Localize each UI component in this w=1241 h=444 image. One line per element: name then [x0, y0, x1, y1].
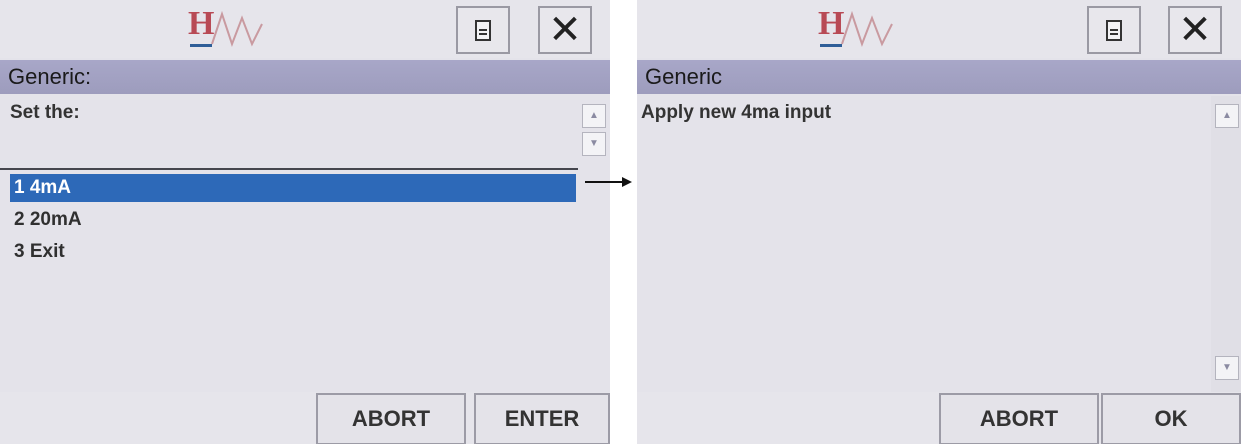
message-text: Apply new 4ma input	[641, 102, 832, 123]
left-screen: H ✕ Generic: Set the: ▲ ▼ 1 4mA 2 20mA 3…	[0, 0, 610, 444]
scroll-down-button[interactable]: ▼	[1215, 356, 1239, 380]
scroll-up-button[interactable]: ▲	[1215, 104, 1239, 128]
close-button[interactable]: ✕	[1168, 6, 1222, 54]
enter-button[interactable]: ENTER	[474, 393, 610, 444]
abort-button[interactable]: ABORT	[316, 393, 466, 444]
header-bar: H ✕	[637, 0, 1241, 58]
screen-title: Generic	[645, 64, 723, 89]
footer-bar: ABORT ENTER	[0, 392, 610, 444]
logo: H	[188, 4, 268, 50]
footer-bar: ABORT OK	[637, 392, 1241, 444]
title-bar: Generic:	[0, 60, 610, 94]
document-button[interactable]	[1087, 6, 1141, 54]
title-bar: Generic	[637, 60, 1241, 94]
transition-arrow	[585, 181, 625, 183]
right-screen: H ✕ Generic Apply new 4ma input ▲ ▼ ABOR…	[637, 0, 1241, 444]
document-icon	[1106, 20, 1122, 41]
logo-underline	[820, 44, 842, 47]
menu-item-exit[interactable]: 3 Exit	[10, 238, 576, 266]
scroll-up-button[interactable]: ▲	[582, 104, 606, 128]
document-button[interactable]	[456, 6, 510, 54]
divider	[0, 168, 578, 170]
logo-wave-icon	[841, 10, 893, 47]
close-icon: ✕	[548, 7, 582, 53]
scrollbar-track[interactable]: ▲ ▼	[1211, 96, 1241, 392]
ok-button[interactable]: OK	[1101, 393, 1241, 444]
document-icon	[475, 20, 491, 41]
header-bar: H ✕	[0, 0, 610, 58]
logo: H	[818, 4, 898, 50]
logo-wave-icon	[211, 10, 263, 47]
scroll-down-button[interactable]: ▼	[582, 132, 606, 156]
close-icon: ✕	[1178, 7, 1212, 53]
prompt-text: Set the:	[10, 102, 80, 123]
close-button[interactable]: ✕	[538, 6, 592, 54]
screen-title: Generic:	[8, 64, 92, 89]
abort-button[interactable]: ABORT	[939, 393, 1099, 444]
menu-item-4ma[interactable]: 1 4mA	[10, 174, 576, 202]
transition-arrow-head	[622, 177, 632, 187]
menu-item-20ma[interactable]: 2 20mA	[10, 206, 576, 234]
logo-underline	[190, 44, 212, 47]
